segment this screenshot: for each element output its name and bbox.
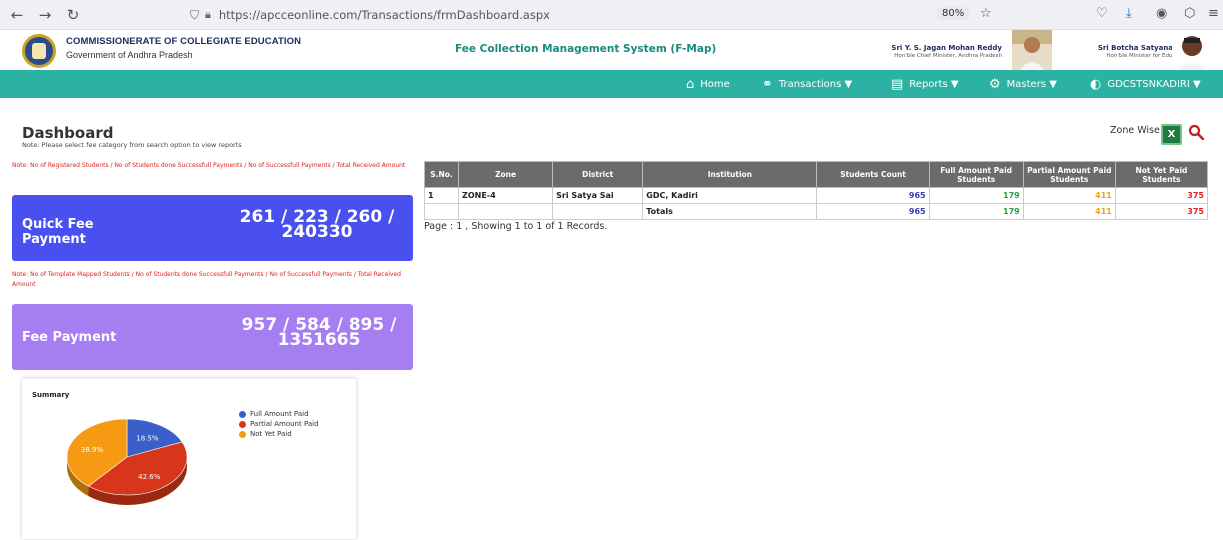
site-header: COMMISSIONERATE OF COLLEGIATE EDUCATION … (0, 30, 1223, 70)
nav-home-label: Home (700, 79, 730, 90)
quick-fee-value-line2: 240330 (281, 222, 353, 242)
excel-export-icon[interactable]: X (1161, 124, 1182, 145)
quick-fee-card[interactable]: Quick Fee Payment 261 / 223 / 260 / 2403… (12, 195, 413, 261)
cell-partial-paid[interactable]: 411 (1022, 187, 1116, 204)
totals-cell-sno (423, 203, 460, 220)
cell-full-paid[interactable]: 179 (928, 187, 1024, 204)
nav-transactions[interactable]: ⚭ Transactions ▼ (762, 77, 852, 92)
forward-icon[interactable]: → (34, 4, 56, 26)
col-zone: Zone (458, 161, 554, 188)
shield-icon: ⛉ (190, 7, 200, 22)
totals-partial-paid[interactable]: 411 (1022, 203, 1116, 220)
zoom-level[interactable]: 80% (937, 7, 970, 20)
transactions-icon: ⚭ (762, 77, 773, 92)
col-students-count: Students Count (816, 161, 930, 188)
org-title: COMMISSIONERATE OF COLLEGIATE EDUCATION (66, 36, 302, 47)
cell-not-paid[interactable]: 375 (1114, 187, 1209, 204)
cell-district: Sri Satya Sai (552, 187, 644, 204)
person1-name: Sri Y. S. Jagan Mohan Reddy (891, 44, 1002, 52)
col-sno: S.No. (423, 161, 460, 188)
quick-fee-note: Note: No of Registered Students / No of … (12, 162, 406, 169)
gear-icon: ⚙ (989, 77, 1001, 92)
fee-payment-label: Fee Payment (22, 330, 117, 345)
cell-sno: 1 (423, 187, 460, 204)
table-header-row: S.No. Zone District Institution Students… (423, 161, 1209, 188)
legend-item-full-paid[interactable]: Full Amount Paid (239, 410, 309, 418)
quick-fee-label: Quick Fee Payment (22, 217, 94, 247)
nav-transactions-label: Transactions ▼ (778, 79, 853, 90)
person1-role: Hon'ble Chief Minister, Andhra Pradesh (894, 53, 1002, 59)
col-full-paid: Full Amount Paid Students (928, 161, 1024, 188)
totals-label: Totals (642, 203, 818, 220)
extensions-icon[interactable]: ⬡ (1184, 6, 1195, 21)
cell-zone: ZONE-4 (458, 187, 554, 204)
nav-masters[interactable]: ⚙ Masters ▼ (989, 77, 1057, 92)
search-icon[interactable] (1188, 124, 1204, 140)
pie-label-full-paid: 18.5% (136, 434, 159, 442)
totals-cell-zone (458, 203, 554, 220)
totals-full-paid[interactable]: 179 (928, 203, 1024, 220)
nav-user-label: GDCSTSNKADIRI ▼ (1107, 79, 1201, 90)
reports-icon: ▤ (891, 77, 904, 92)
user-icon: ◐ (1090, 77, 1102, 92)
nav-home[interactable]: ⌂ Home (686, 77, 730, 92)
legend-label-partial-paid: Partial Amount Paid (250, 420, 319, 428)
col-district: District (552, 161, 644, 188)
legend-item-partial-paid[interactable]: Partial Amount Paid (239, 420, 319, 428)
pie-label-not-paid: 38.9% (81, 446, 104, 454)
account-icon[interactable]: ◉ (1156, 6, 1167, 21)
zone-report-table: S.No. Zone District Institution Students… (423, 161, 1209, 220)
pocket-icon[interactable]: ♡ (1096, 6, 1108, 21)
col-institution: Institution (642, 161, 818, 188)
back-icon[interactable]: ← (6, 4, 28, 26)
legend-label-full-paid: Full Amount Paid (250, 410, 309, 418)
col-not-paid: Not Yet Paid Students (1114, 161, 1209, 188)
legend-swatch-partial-paid (239, 420, 246, 428)
person1-photo (1012, 30, 1052, 70)
pie-chart: 18.5% 42.6% 38.9% (66, 418, 188, 505)
reload-icon[interactable]: ↻ (62, 4, 84, 26)
legend-item-not-paid[interactable]: Not Yet Paid (239, 430, 292, 438)
menu-icon[interactable]: ≡ (1208, 6, 1219, 21)
page-note: Note: Please select fee category from se… (22, 141, 242, 149)
bookmark-star-icon[interactable]: ☆ (980, 6, 992, 21)
pie-label-partial-paid: 42.6% (138, 473, 161, 481)
download-icon[interactable]: ⤓ (1126, 6, 1132, 21)
address-bar[interactable]: ⛉ 🔒︎ https://apcceonline.com/Transaction… (190, 5, 990, 25)
legend-swatch-not-paid (239, 430, 246, 438)
fee-payment-note: Note: No of Template Mapped Students / N… (12, 271, 401, 288)
nav-masters-label: Masters ▼ (1006, 79, 1057, 90)
lock-icon: 🔒︎ (205, 8, 211, 21)
nav-reports-label: Reports ▼ (909, 79, 959, 90)
cell-institution: GDC, Kadiri (642, 187, 818, 204)
nav-user[interactable]: ◐ GDCSTSNKADIRI ▼ (1090, 77, 1201, 92)
cell-students-count[interactable]: 965 (816, 187, 930, 204)
totals-not-paid[interactable]: 375 (1114, 203, 1209, 220)
table-row: 1 ZONE-4 Sri Satya Sai GDC, Kadiri 965 1… (423, 187, 1209, 204)
main-navbar: ⌂ Home ⚭ Transactions ▼ ▤ Reports ▼ ⚙ Ma… (0, 70, 1223, 98)
summary-chart-panel: Summary 18.5% 42.6% 38.9% Full Amount Paid… (22, 378, 356, 539)
pager-info: Page : 1 , Showing 1 to 1 of 1 Records. (424, 221, 608, 232)
totals-cell-district (552, 203, 644, 220)
page-title: Dashboard (22, 124, 114, 142)
home-icon: ⌂ (686, 77, 695, 92)
url-text[interactable]: https://apcceonline.com/Transactions/frm… (219, 8, 550, 22)
nav-reports[interactable]: ▤ Reports ▼ (891, 77, 959, 92)
fee-payment-card[interactable]: Fee Payment 957 / 584 / 895 / 1351665 (12, 304, 413, 370)
totals-students-count[interactable]: 965 (816, 203, 930, 220)
fee-payment-value-line2: 1351665 (277, 330, 361, 350)
government-logo (22, 34, 56, 68)
col-partial-paid: Partial Amount Paid Students (1022, 161, 1116, 188)
person2-photo (1172, 30, 1212, 70)
system-title: Fee Collection Management System (F-Map) (455, 43, 717, 55)
zone-wise-label: Zone Wise (1110, 125, 1160, 136)
legend-label-not-paid: Not Yet Paid (250, 430, 292, 438)
totals-row: Totals 965 179 411 375 (423, 203, 1209, 220)
legend-swatch-full-paid (239, 410, 246, 418)
org-subtitle: Government of Andhra Pradesh (66, 50, 193, 60)
